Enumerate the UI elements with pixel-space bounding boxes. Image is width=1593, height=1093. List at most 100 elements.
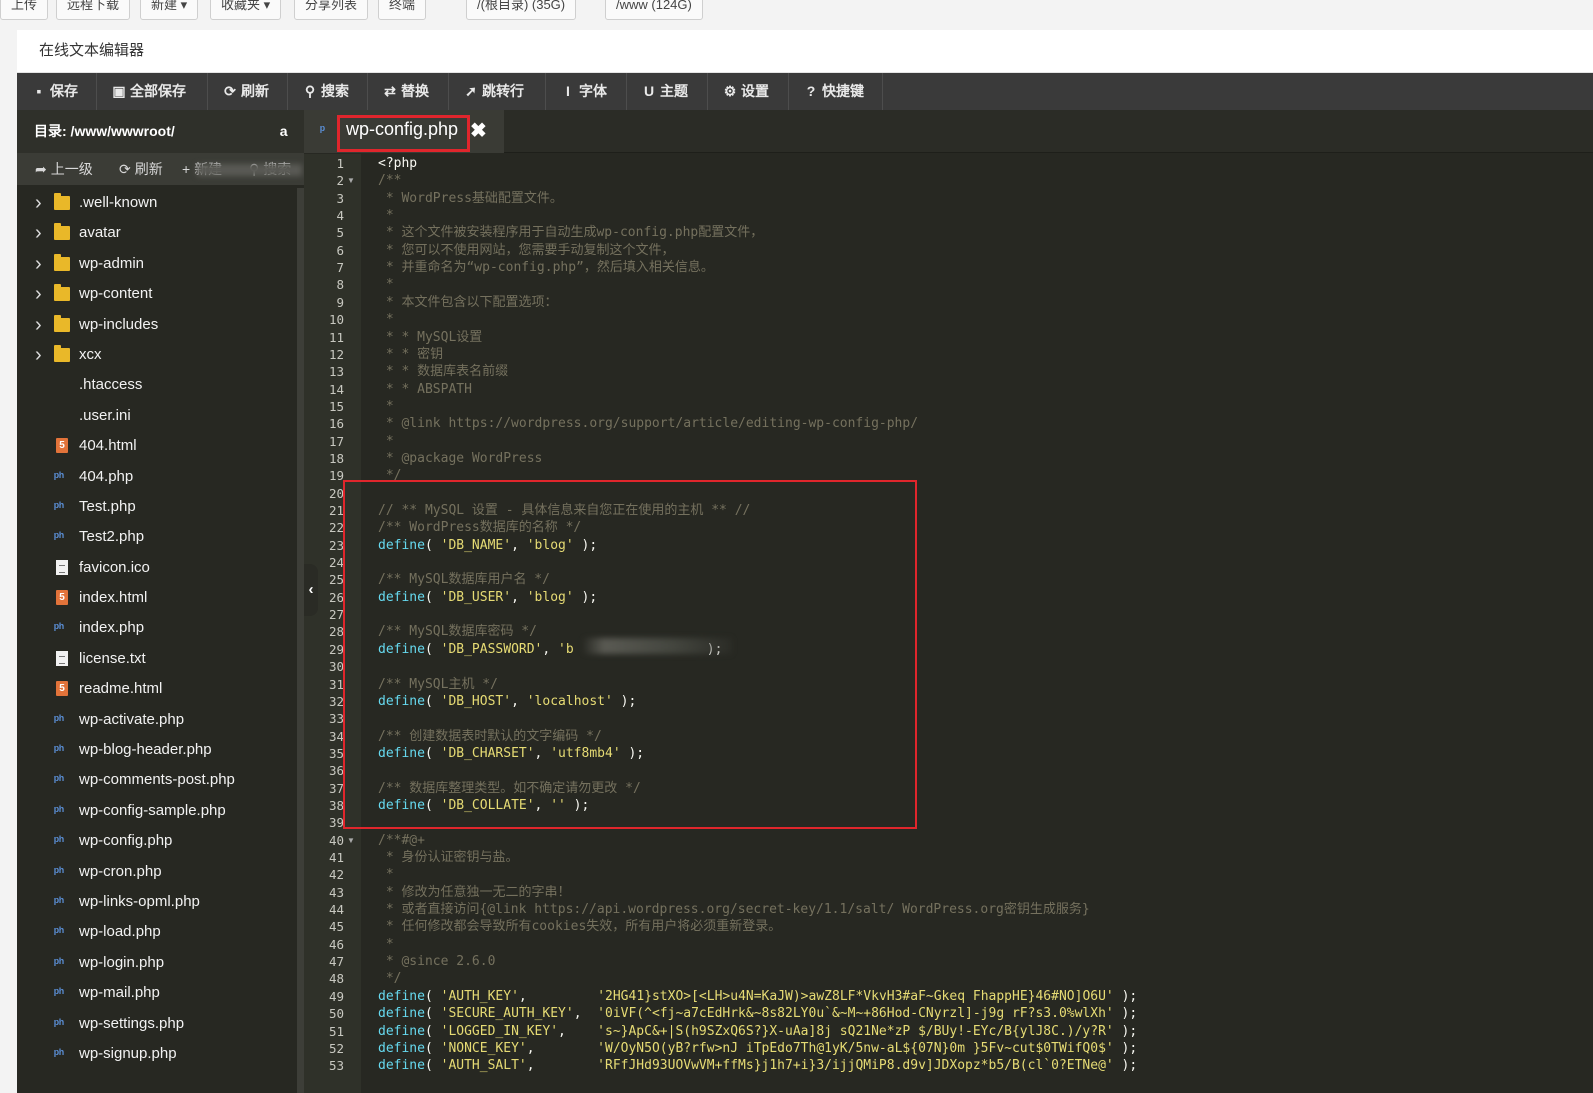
favorites-dropdown-button[interactable]: 收藏夹 ▾ (210, 0, 282, 20)
new-dropdown-button[interactable]: 新建 ▾ (140, 0, 199, 20)
code-token: , (534, 797, 551, 813)
line-number: 1 (336, 156, 344, 171)
code-token: * (378, 277, 394, 293)
tree-folder[interactable]: › wp-content (17, 279, 297, 309)
toolbar-button-label: 设置 (741, 83, 769, 99)
code-editor[interactable]: 1 2 ▼ 3 4 5 6 7 8 9 10 11 12 13 14 15 16 17 18 19 20 21 22 23 24… (304, 154, 1593, 1093)
tree-file[interactable]: ᵖʰ wp-config.php (17, 826, 297, 856)
upload-button[interactable]: 上传 (0, 0, 49, 20)
tree-file[interactable]: ᵖʰ Test2.php (17, 522, 297, 552)
toolbar-button-1[interactable]: ▣ 全部保存 (97, 73, 208, 110)
tree-file[interactable]: ᵖʰ wp-blog-header.php (17, 735, 297, 765)
directory-action-0[interactable]: ➦ 上一级 (35, 153, 93, 185)
line-number: 50 (328, 1006, 344, 1022)
folder-icon (54, 193, 70, 210)
code-token: , (526, 1040, 598, 1056)
plus-icon: + (182, 161, 191, 177)
editor-main: ᵖ wp-config.php ✖ 1 2 ▼ 3 4 5 6 7 8 9 10 11 12 13 14 15… (304, 110, 1593, 1093)
code-line: * (378, 207, 394, 224)
terminal-button[interactable]: 终端 (378, 0, 427, 20)
code-line: * 修改为任意独一无二的字串！ (378, 884, 571, 901)
tree-folder[interactable]: › wp-admin (17, 249, 297, 279)
remote-download-button[interactable]: 远程下载 (56, 0, 131, 20)
tree-folder[interactable]: › xcx (17, 340, 297, 370)
tree-file[interactable]: ᵖʰ Test.php (17, 492, 297, 522)
code-token: define (378, 589, 425, 605)
code-token: ); (1113, 988, 1138, 1004)
toolbar-button-4[interactable]: ⇄ 替换 (368, 73, 449, 110)
code-token: 'NONCE_KEY' (440, 1040, 527, 1056)
toolbar-button-6[interactable]: I 字体 (546, 73, 627, 110)
close-icon[interactable]: ✖ (470, 118, 487, 143)
tree-folder[interactable]: › wp-includes (17, 310, 297, 340)
toolbar-button-9[interactable]: ? 快捷键 (789, 73, 883, 110)
code-token: /** 数据库整理类型。如不确定请勿更改 */ (378, 780, 641, 796)
tree-file[interactable]: ᵖʰ 404.php (17, 462, 297, 492)
code-line: /** MySQL主机 */ (378, 676, 498, 693)
tree-item-label: wp-activate.php (79, 710, 185, 728)
fold-toggle-icon[interactable]: ▼ (347, 832, 355, 849)
tree-file[interactable]: ᵖʰ wp-settings.php (17, 1009, 297, 1039)
code-token: /** (378, 173, 402, 189)
tree-file[interactable]: ᵖʰ wp-signup.php (17, 1039, 297, 1069)
code-token: * 这个文件被安装程序用于自动生成wp-config.php配置文件， (378, 225, 764, 241)
directory-action-label: 刷新 (134, 161, 163, 177)
tree-file[interactable]: ᵖʰ wp-config-sample.php (17, 796, 297, 826)
tree-file[interactable]: ᵖʰ index.php (17, 613, 297, 643)
tree-file[interactable]: ᵖʰ wp-links-opml.php (17, 887, 297, 917)
share-list-button[interactable]: 分享列表 (294, 0, 369, 20)
code-token: * (378, 398, 394, 414)
code-token: '2HG41}stXO>[<LH>u4N=KaJW)>awZ8LF*VkvH3#… (597, 988, 1114, 1004)
root-disk-button[interactable]: /(根目录) (35G) (466, 0, 577, 20)
up-level-icon: ➦ (35, 161, 47, 177)
tree-item-label: wp-login.php (79, 953, 165, 971)
code-line: define( 'AUTH_SALT', 'RFfJHd93UOVwVM+ffM… (378, 1057, 1137, 1074)
www-disk-button[interactable]: /www (124G) (605, 0, 703, 20)
chevron-right-icon[interactable]: › (35, 249, 42, 279)
online-text-editor-window: 在线文本编辑器 ▪ 保存 ▣ 全部保存 ⟳ 刷新 ⚲ 搜索 ⇄ 替换 ➚ 跳转行 I 字体 U 主题 ⚙ 设置? 快… (17, 30, 1593, 1093)
tree-file[interactable]: ᵖʰ wp-mail.php (17, 978, 297, 1008)
code-token: ); (1113, 1023, 1138, 1039)
toolbar-button-5[interactable]: ➚ 跳转行 (449, 73, 546, 110)
fold-toggle-icon[interactable]: ▼ (347, 172, 355, 189)
line-number: 29 (328, 641, 344, 657)
line-number: 35 (328, 745, 344, 761)
tree-item-label: wp-content (79, 285, 153, 303)
tree-item-label: index.html (79, 589, 148, 607)
chevron-right-icon[interactable]: › (35, 218, 42, 248)
tree-file[interactable]: 5 index.html (17, 583, 297, 613)
code-token: * * ABSPATH (378, 381, 472, 397)
code-line: * (378, 398, 394, 415)
chevron-right-icon[interactable]: › (35, 340, 42, 370)
tree-file[interactable]: 5 404.html (17, 431, 297, 461)
tab-bar: ᵖ wp-config.php ✖ (304, 110, 1593, 153)
tree-file[interactable]: .user.ini (17, 401, 297, 431)
tree-file[interactable]: ᵖʰ wp-login.php (17, 948, 297, 978)
tree-file[interactable]: license.txt (17, 644, 297, 674)
tree-file[interactable]: ᵖʰ wp-comments-post.php (17, 765, 297, 795)
tree-file[interactable]: 5 readme.html (17, 674, 297, 704)
chevron-right-icon[interactable]: › (35, 279, 42, 309)
chevron-right-icon[interactable]: › (35, 188, 42, 218)
directory-scrollbar[interactable] (297, 188, 304, 1093)
code-token: ( (424, 537, 441, 553)
line-number: 16 (328, 416, 344, 432)
php-file-icon: ᵖʰ (54, 833, 64, 849)
tree-file[interactable]: favicon.ico (17, 553, 297, 583)
toolbar-button-0[interactable]: ▪ 保存 (17, 73, 97, 110)
tree-file[interactable]: .htaccess (17, 370, 297, 400)
chevron-right-icon[interactable]: › (35, 310, 42, 340)
toolbar-button-2[interactable]: ⟳ 刷新 (208, 73, 288, 110)
tree-file[interactable]: ᵖʰ wp-cron.php (17, 857, 297, 887)
tree-file[interactable]: ᵖʰ wp-load.php (17, 917, 297, 947)
toolbar-button-3[interactable]: ⚲ 搜索 (288, 73, 368, 110)
toolbar-button-7[interactable]: U 主题 (627, 73, 708, 110)
tree-folder[interactable]: › avatar (17, 218, 297, 248)
tab-wp-config[interactable]: ᵖ wp-config.php ✖ (304, 110, 504, 153)
tree-folder[interactable]: › .well-known (17, 188, 297, 218)
code-token: * (378, 208, 394, 224)
collapse-sidebar-button[interactable]: ‹ (304, 564, 318, 616)
directory-action-1[interactable]: ⟳ 刷新 (119, 153, 163, 185)
tree-file[interactable]: ᵖʰ wp-activate.php (17, 705, 297, 735)
toolbar-button-8[interactable]: ⚙ 设置 (708, 73, 789, 110)
